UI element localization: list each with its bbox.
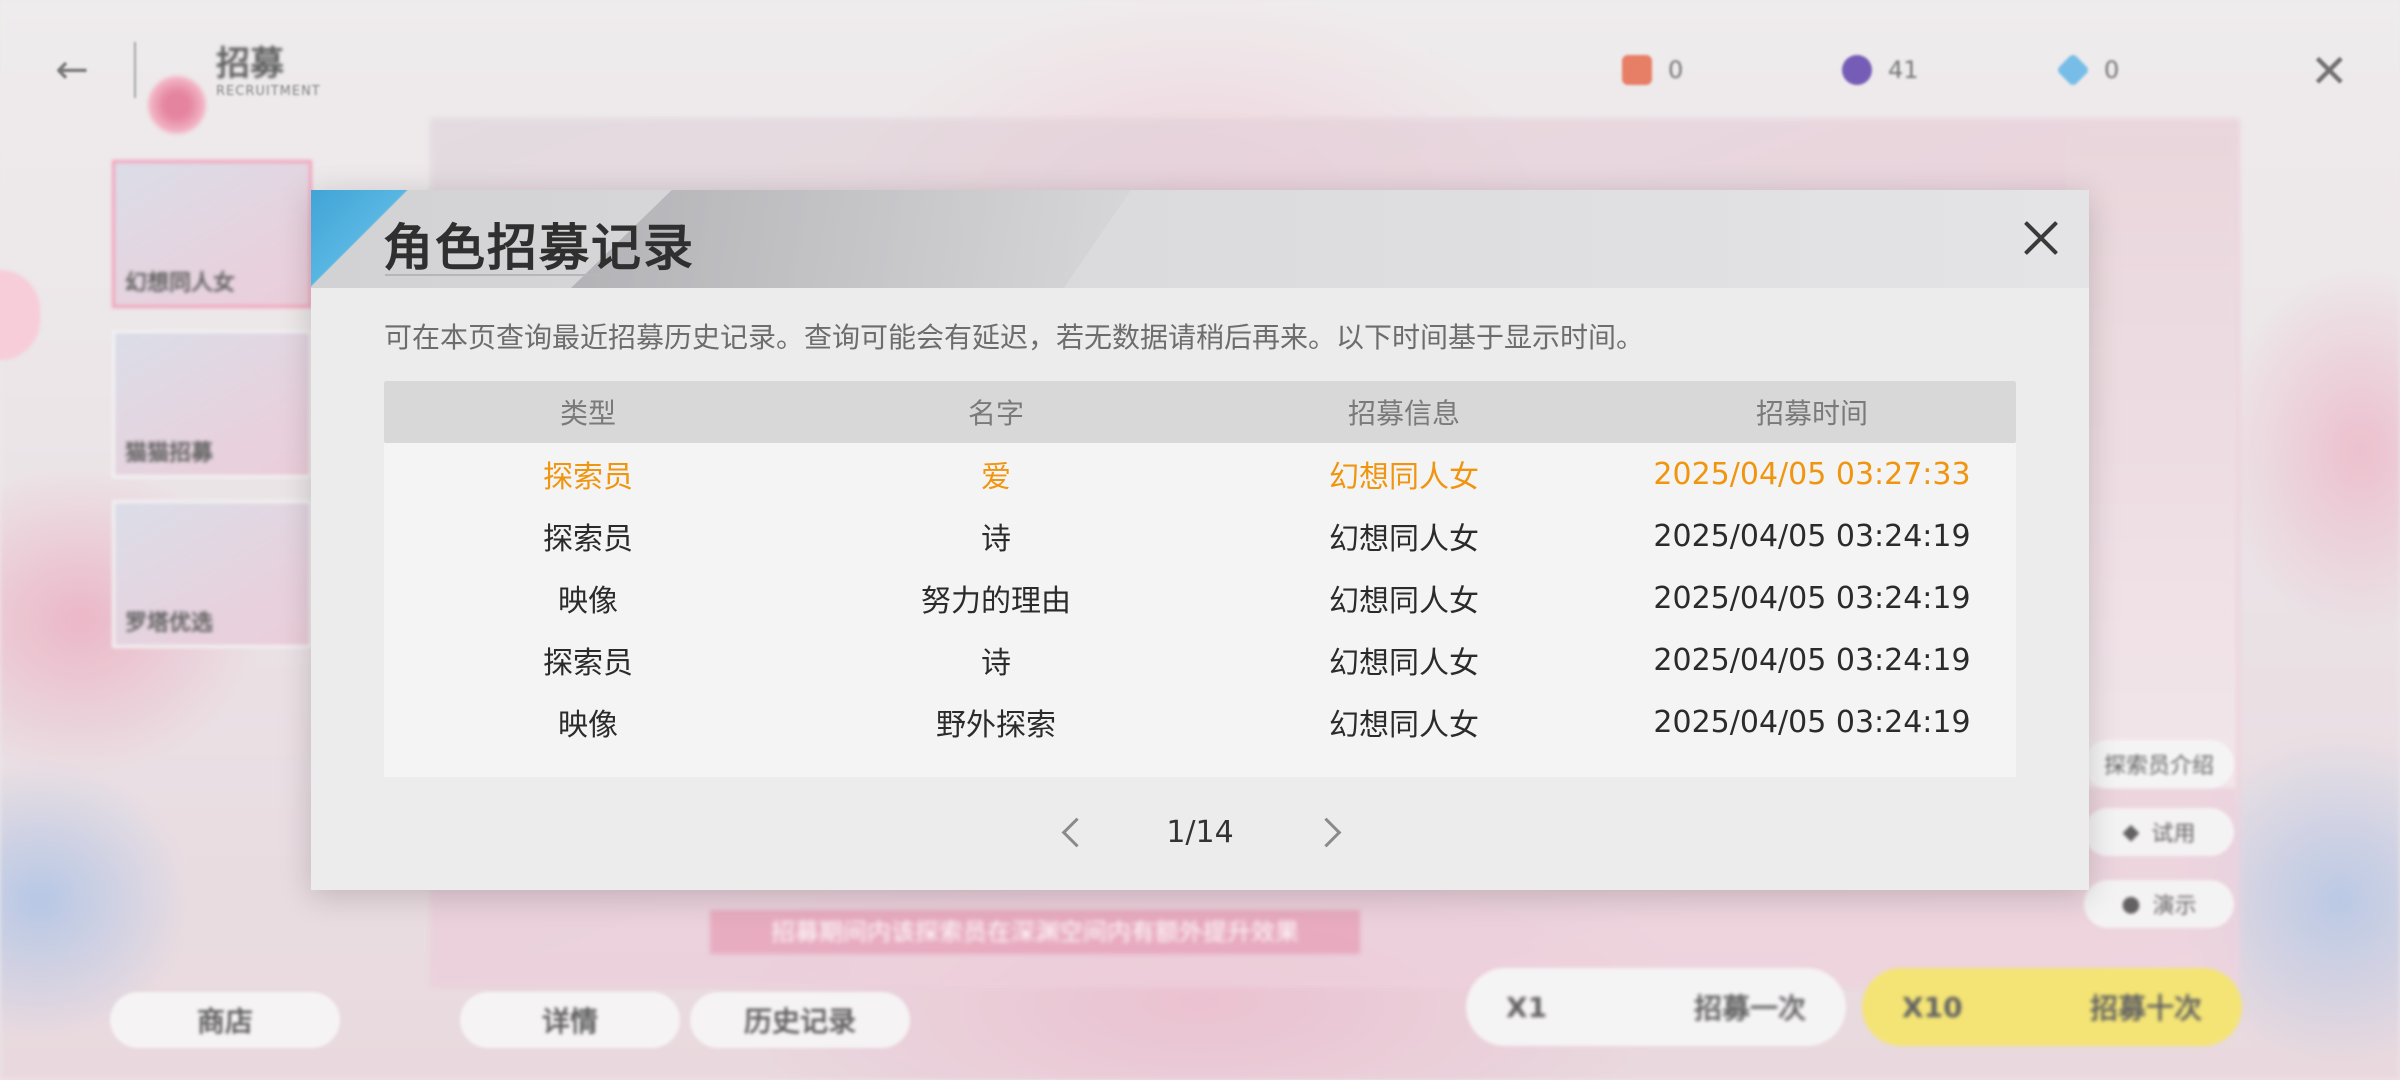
table-row: 探索员 诗 幻想同人女 2025/04/05 03:24:19 [384, 629, 2016, 691]
cell-time: 2025/04/05 03:24:19 [1653, 704, 1971, 740]
cell-type: 探索员 [543, 522, 633, 557]
cell-name: 诗 [981, 522, 1011, 557]
column-header-info: 招募信息 [1347, 397, 1460, 430]
cell-name: 努力的理由 [921, 584, 1071, 619]
table-row: 映像 野外探索 幻想同人女 2025/04/05 03:24:19 [384, 691, 2016, 753]
column-header-type: 类型 [559, 397, 616, 430]
table-header: 类型 名字 招募信息 招募时间 [384, 381, 2016, 443]
cell-info: 幻想同人女 [1329, 522, 1479, 557]
table-row: 映像 努力的理由 幻想同人女 2025/04/05 03:24:19 [384, 567, 2016, 629]
page-indicator: 1/14 [1166, 814, 1234, 850]
cell-name: 诗 [981, 646, 1011, 681]
header-underline [385, 274, 605, 276]
cell-name: 爱 [981, 460, 1011, 495]
chevron-right-icon[interactable] [1310, 812, 1350, 852]
cell-type: 探索员 [543, 460, 633, 495]
pagination: 1/14 [311, 802, 2089, 862]
table-row: 探索员 诗 幻想同人女 2025/04/05 03:24:19 [384, 505, 2016, 567]
cell-info: 幻想同人女 [1329, 584, 1479, 619]
cell-time: 2025/04/05 03:27:33 [1653, 456, 1971, 492]
close-icon[interactable] [2017, 214, 2065, 262]
cell-time: 2025/04/05 03:24:19 [1653, 642, 1971, 678]
recruit-history-dialog: 角色招募记录 可在本页查询最近招募历史记录。查询可能会有延迟，若无数据请稍后再来… [311, 190, 2089, 890]
cell-info: 幻想同人女 [1329, 646, 1479, 681]
cell-time: 2025/04/05 03:24:19 [1653, 580, 1971, 616]
column-header-name: 名字 [967, 397, 1024, 430]
cell-type: 映像 [558, 584, 618, 619]
dialog-note: 可在本页查询最近招募历史记录。查询可能会有延迟，若无数据请稍后再来。以下时间基于… [384, 321, 1645, 354]
column-header-time: 招募时间 [1755, 397, 1868, 430]
table-row: 探索员 爱 幻想同人女 2025/04/05 03:27:33 [384, 443, 2016, 505]
cell-info: 幻想同人女 [1329, 708, 1479, 743]
history-table: 类型 名字 招募信息 招募时间 探索员 爱 幻想同人女 2025/04/05 0… [384, 381, 2016, 777]
cell-time: 2025/04/05 03:24:19 [1653, 518, 1971, 554]
cell-type: 探索员 [543, 646, 633, 681]
cell-info: 幻想同人女 [1329, 460, 1479, 495]
chevron-left-icon[interactable] [1050, 812, 1090, 852]
cell-name: 野外探索 [936, 708, 1056, 743]
dialog-header: 角色招募记录 [311, 190, 2089, 288]
dialog-title: 角色招募记录 [383, 218, 695, 277]
cell-type: 映像 [558, 708, 618, 743]
